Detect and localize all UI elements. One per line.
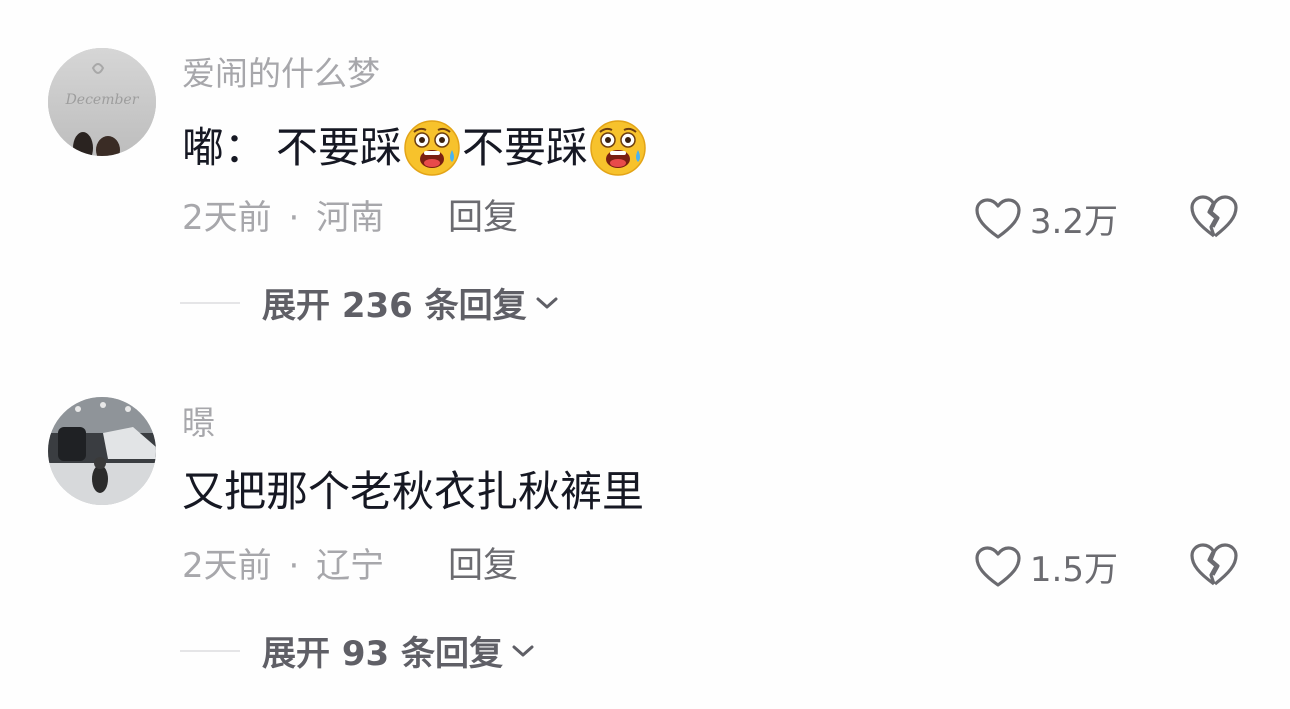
comment-meta: 2天前 · 辽宁: [182, 546, 384, 586]
meta-separator: ·: [288, 546, 300, 586]
heart-icon: [975, 545, 1021, 587]
comment-text-part: 不要踩: [462, 123, 589, 172]
expand-replies-button[interactable]: 展开 93 条回复: [180, 626, 535, 675]
svg-text:December: December: [65, 92, 140, 108]
heart-icon: [975, 197, 1021, 239]
user-avatar[interactable]: [48, 397, 156, 505]
expand-replies-label: 展开 93 条回复: [262, 634, 503, 674]
comment-location: 河南: [316, 198, 385, 238]
dislike-button[interactable]: [1189, 194, 1239, 244]
chevron-down-icon: [536, 297, 558, 308]
comment-meta: 2天前 · 河南: [182, 198, 384, 238]
comment-text-prefix: 嘟：: [182, 123, 267, 172]
comment-text: 嘟： 不要踩 不要踩: [182, 118, 648, 178]
divider-line: [180, 649, 240, 652]
avatar-image: December: [48, 48, 156, 156]
like-button[interactable]: 1.5万: [974, 542, 1118, 591]
avatar-image: [48, 397, 156, 505]
username[interactable]: 爱闹的什么梦: [182, 54, 380, 94]
like-count: 3.2万: [1029, 202, 1118, 242]
comment-text-part: 不要踩: [276, 123, 403, 172]
comment-time: 2天前: [182, 546, 272, 586]
expand-replies-label: 展开 236 条回复: [262, 286, 527, 326]
meta-separator: ·: [288, 198, 300, 238]
expand-replies-button[interactable]: 展开 236 条回复: [180, 278, 559, 327]
like-count: 1.5万: [1029, 550, 1118, 590]
broken-heart-icon: [1190, 543, 1238, 586]
username[interactable]: 暻: [182, 403, 215, 443]
comment-time: 2天前: [182, 198, 272, 238]
reply-button[interactable]: 回复: [448, 546, 518, 586]
crying-shocked-emoji-icon: [590, 120, 646, 176]
comment-text: 又把那个老秋衣扎秋裤里: [182, 467, 645, 516]
broken-heart-icon: [1190, 195, 1238, 238]
chevron-down-icon: [512, 645, 534, 656]
reply-button[interactable]: 回复: [448, 198, 518, 238]
comment-location: 辽宁: [316, 546, 385, 586]
crying-shocked-emoji-icon: [404, 120, 460, 176]
user-avatar[interactable]: December: [48, 48, 156, 156]
dislike-button[interactable]: [1189, 542, 1239, 592]
divider-line: [180, 301, 240, 304]
like-button[interactable]: 3.2万: [974, 194, 1118, 243]
